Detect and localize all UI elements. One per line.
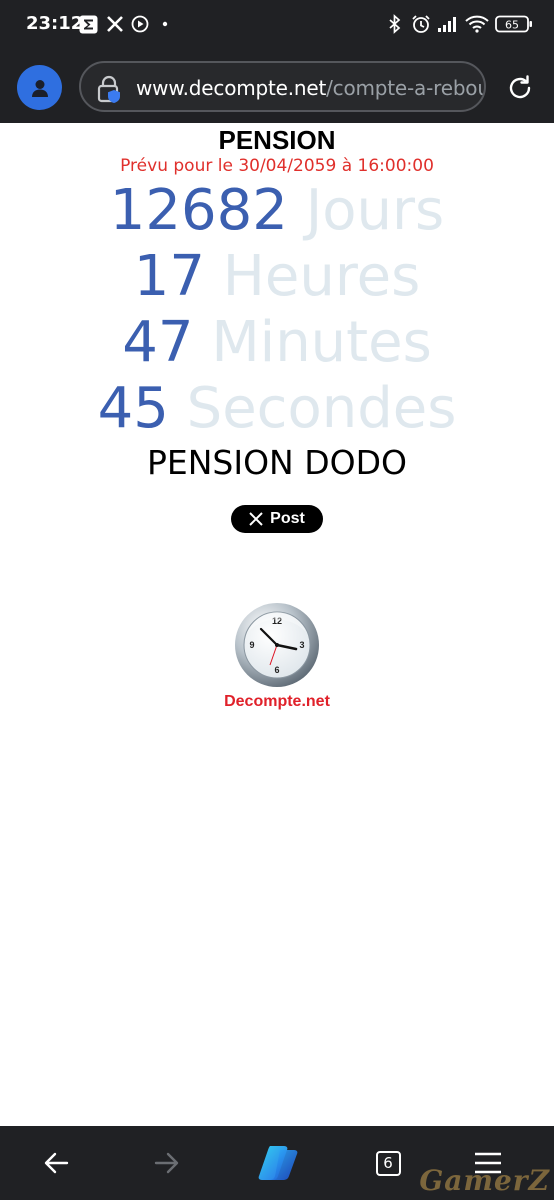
- status-bar: 23:12 65: [0, 0, 554, 50]
- seconds-value: 45: [97, 376, 169, 441]
- countdown-days: 12682 Jours: [0, 178, 554, 243]
- status-time: 23:12: [26, 13, 84, 34]
- minutes-value: 47: [122, 310, 194, 375]
- page-content: PENSION Prévu pour le 30/04/2059 à 16:00…: [0, 123, 554, 1126]
- svg-text:6: 6: [274, 665, 279, 675]
- battery-icon: 65: [495, 14, 533, 34]
- arrow-right-icon: [154, 1152, 179, 1174]
- tabs-button[interactable]: 6: [371, 1146, 405, 1180]
- svg-text:65: 65: [505, 19, 519, 32]
- signal-icon: [437, 14, 459, 34]
- svg-text:3: 3: [299, 640, 304, 650]
- profile-avatar-button[interactable]: [17, 65, 62, 110]
- tabs-count: 6: [375, 1150, 401, 1176]
- svg-text:9: 9: [249, 640, 254, 650]
- x-logo-icon: [249, 512, 263, 526]
- post-button-label: Post: [270, 510, 305, 527]
- page-title: PENSION: [218, 125, 336, 155]
- minutes-unit: Minutes: [211, 310, 432, 375]
- back-button[interactable]: [39, 1146, 73, 1180]
- scheduled-date: Prévu pour le 30/04/2059 à 16:00:00: [120, 156, 434, 176]
- clock-icon[interactable]: 12 3 6 9: [234, 602, 320, 688]
- days-unit: Jours: [305, 178, 445, 243]
- wifi-icon: [464, 14, 490, 34]
- play-circle-icon: [131, 14, 149, 34]
- brand-link[interactable]: Decompte.net: [0, 693, 554, 711]
- reload-icon[interactable]: [505, 73, 535, 103]
- sigma-app-icon: [79, 14, 98, 34]
- hours-value: 17: [133, 244, 205, 309]
- countdown-hours: 17 Heures: [0, 244, 554, 309]
- copilot-icon: [258, 1146, 298, 1180]
- days-value: 12682: [109, 178, 288, 243]
- url-path: /compte-a-rebours: [326, 76, 484, 100]
- forward-button[interactable]: [150, 1146, 184, 1180]
- address-bar[interactable]: www.decompte.net/compte-a-rebours: [79, 61, 486, 112]
- countdown-seconds: 45 Secondes: [0, 376, 554, 441]
- browser-bottom-nav: 6 GamerZ: [0, 1126, 554, 1200]
- person-icon: [31, 79, 48, 97]
- bluetooth-icon: [387, 14, 403, 34]
- alarm-icon: [411, 14, 431, 34]
- hours-unit: Heures: [222, 244, 421, 309]
- url-text[interactable]: www.decompte.net/compte-a-rebours: [136, 76, 484, 100]
- copilot-button[interactable]: [258, 1142, 300, 1184]
- x-app-icon: [106, 14, 124, 34]
- countdown-label: PENSION DODO: [146, 443, 408, 482]
- browser-toolbar: www.decompte.net/compte-a-rebours: [0, 50, 554, 123]
- arrow-left-icon: [44, 1152, 69, 1174]
- x-post-button[interactable]: Post: [231, 505, 323, 533]
- watermark: GamerZ: [419, 1164, 550, 1197]
- url-domain: www.decompte.net: [136, 76, 327, 100]
- countdown-minutes: 47 Minutes: [0, 310, 554, 375]
- lock-shield-icon[interactable]: [95, 74, 125, 104]
- seconds-unit: Secondes: [186, 376, 457, 441]
- dot-icon: [162, 14, 168, 34]
